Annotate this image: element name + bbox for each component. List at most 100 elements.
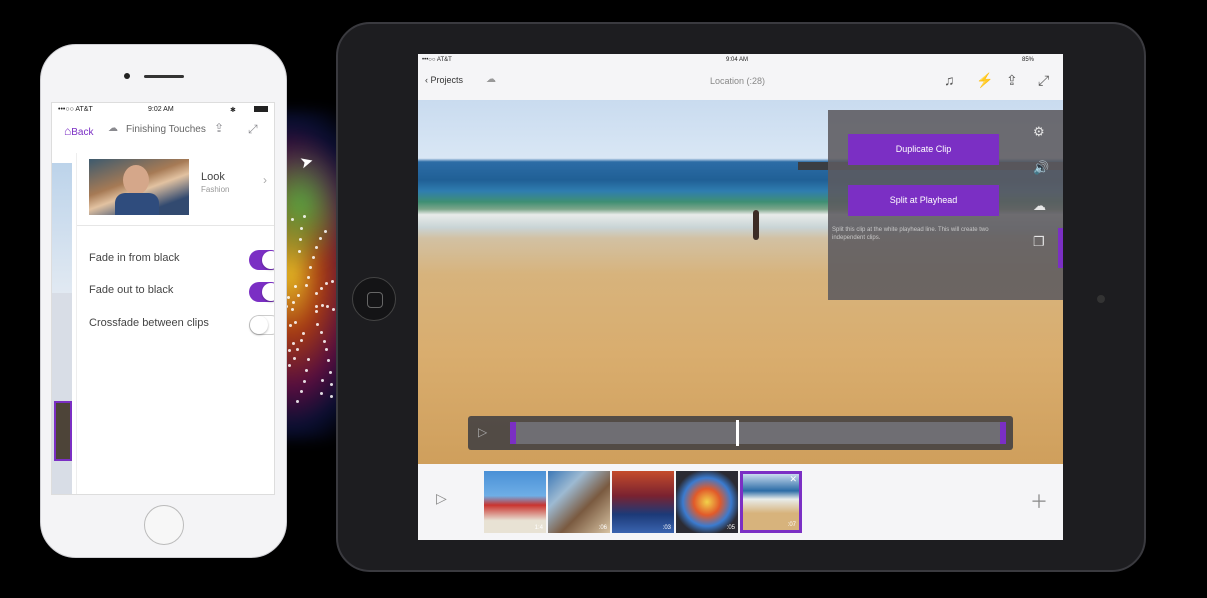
iphone-screen: •••○○ AT&T 9:02 AM ✱ ⌂Back ☁ Finishing T…: [51, 102, 275, 495]
clip-options-popover: Duplicate Clip Split at Playhead Split t…: [828, 110, 1063, 300]
settings-icon[interactable]: ⚙: [1033, 124, 1045, 140]
expand-icon[interactable]: ⤢: [248, 122, 258, 137]
ipad-camera: [1097, 295, 1105, 303]
fade-in-row: Fade in from black: [77, 243, 274, 275]
decor-dot: [291, 217, 295, 221]
decor-dot: [315, 310, 318, 313]
timeline-clip[interactable]: 1:4: [484, 471, 546, 533]
clip-duration: :07: [787, 522, 796, 528]
nav-bar: ⌂Back ☁ Finishing Touches ⇪ ⤢: [52, 119, 274, 143]
decor-dot: [324, 229, 328, 233]
look-title: Look: [201, 171, 225, 183]
decor-dot: [315, 304, 319, 308]
bluetooth-icon: ✱: [230, 107, 236, 114]
decor-dot: [330, 395, 334, 399]
decor-dot: [306, 276, 310, 280]
speaker-grille: [144, 75, 184, 78]
decor-dot: [320, 304, 324, 308]
decor-dot: [319, 286, 323, 290]
decor-dot: [315, 246, 319, 250]
theme-icon[interactable]: ⚡: [976, 72, 993, 89]
decor-dot: [324, 348, 328, 352]
ipad-battery: 85%: [1022, 57, 1035, 63]
decor-dot: [328, 370, 332, 374]
ipad-home-button[interactable]: [352, 277, 396, 321]
fade-out-toggle[interactable]: [249, 282, 274, 302]
fade-in-toggle[interactable]: [249, 250, 274, 270]
decor-dot: [319, 330, 323, 334]
decor-dot: [302, 215, 306, 219]
decor-dot: [325, 282, 329, 286]
fade-out-row: Fade out to black: [77, 275, 274, 307]
timeline-play-icon[interactable]: ▷: [436, 490, 447, 507]
decor-dot: [297, 294, 301, 298]
look-subtitle: Fashion: [201, 185, 230, 194]
person-on-beach: [753, 210, 759, 240]
projects-button[interactable]: ‹ Projects: [425, 75, 463, 85]
decor-dot: [286, 295, 290, 299]
projects-label: Projects: [430, 75, 464, 85]
finishing-touches-panel: Look Fashion › Fade in from black Fade o…: [76, 153, 274, 494]
decor-dot: [311, 255, 315, 259]
home-button[interactable]: [144, 505, 184, 545]
look-row[interactable]: Look Fashion ›: [77, 153, 274, 226]
trim-track[interactable]: [510, 420, 1006, 446]
share-icon[interactable]: ⇪: [214, 121, 224, 135]
play-icon[interactable]: ▷: [478, 425, 487, 439]
share-icon[interactable]: ⇪: [1006, 72, 1018, 89]
decor-dot: [295, 400, 299, 404]
back-button[interactable]: ⌂Back: [64, 124, 93, 138]
add-clip-button[interactable]: ＋: [1030, 488, 1048, 514]
video-preview[interactable]: Duplicate Clip Split at Playhead Split t…: [418, 100, 1063, 464]
split-description: Split this clip at the white playhead li…: [832, 227, 989, 241]
music-icon[interactable]: ♫: [944, 72, 955, 88]
decor-dot: [306, 357, 310, 361]
clip-scrubber: ▷: [468, 416, 1013, 450]
cloud-icon[interactable]: ☁: [1033, 198, 1046, 214]
background-clip-strip: [52, 163, 72, 494]
trim-handle-left[interactable]: [510, 422, 516, 444]
decor-dot: [292, 356, 296, 360]
decor-dot: [319, 237, 323, 241]
page-title: Finishing Touches: [126, 124, 206, 135]
decor-dot: [291, 301, 295, 305]
timeline-clip-selected[interactable]: ✕ :07: [740, 471, 802, 533]
playhead[interactable]: [736, 420, 739, 446]
project-title: Location (:28): [710, 76, 766, 86]
trim-handle-right[interactable]: [1000, 422, 1006, 444]
volume-icon[interactable]: 🔊: [1033, 160, 1049, 176]
chevron-right-icon: ›: [263, 173, 267, 187]
ipad-carrier: •••○○ AT&T: [422, 57, 452, 63]
decor-dot: [297, 249, 301, 253]
fade-out-label: Fade out to black: [89, 284, 174, 296]
clip-duration: :03: [662, 525, 671, 531]
decor-dot: [301, 332, 305, 336]
split-at-playhead-button[interactable]: Split at Playhead: [848, 185, 999, 216]
timeline-clip[interactable]: :03: [612, 471, 674, 533]
decor-dot: [289, 324, 293, 328]
close-icon[interactable]: ✕: [789, 474, 797, 485]
crossfade-label: Crossfade between clips: [89, 317, 209, 329]
timeline-clip[interactable]: :05: [676, 471, 738, 533]
status-time: 9:02 AM: [148, 106, 174, 113]
decor-dot: [305, 284, 309, 287]
clip-duration: 1:4: [534, 525, 543, 531]
duplicate-icon[interactable]: ❐: [1033, 234, 1045, 250]
decor-dot: [302, 379, 306, 383]
decor-dot: [294, 321, 298, 325]
decor-dot: [287, 348, 291, 352]
crossfade-toggle[interactable]: [249, 315, 274, 335]
decor-dot: [315, 323, 319, 327]
ipad-device: •••○○ AT&T 9:04 AM 85% ‹ Projects ☁ Loca…: [336, 22, 1146, 572]
back-label: Back: [71, 127, 94, 138]
decor-dot: [330, 279, 334, 283]
expand-icon[interactable]: ⤢: [1038, 72, 1049, 89]
cloud-icon[interactable]: ☁: [486, 74, 496, 85]
duplicate-clip-button[interactable]: Duplicate Clip: [848, 134, 999, 165]
decor-dot: [327, 359, 330, 363]
selected-clip-thumbnail[interactable]: [54, 401, 72, 461]
ipad-nav-bar: ‹ Projects ☁ Location (:28) ♫ ⚡ ⇪ ⤢: [418, 66, 1063, 100]
iphone-device: •••○○ AT&T 9:02 AM ✱ ⌂Back ☁ Finishing T…: [40, 44, 287, 558]
timeline-clip[interactable]: :06: [548, 471, 610, 533]
cloud-icon[interactable]: ☁: [108, 123, 118, 134]
